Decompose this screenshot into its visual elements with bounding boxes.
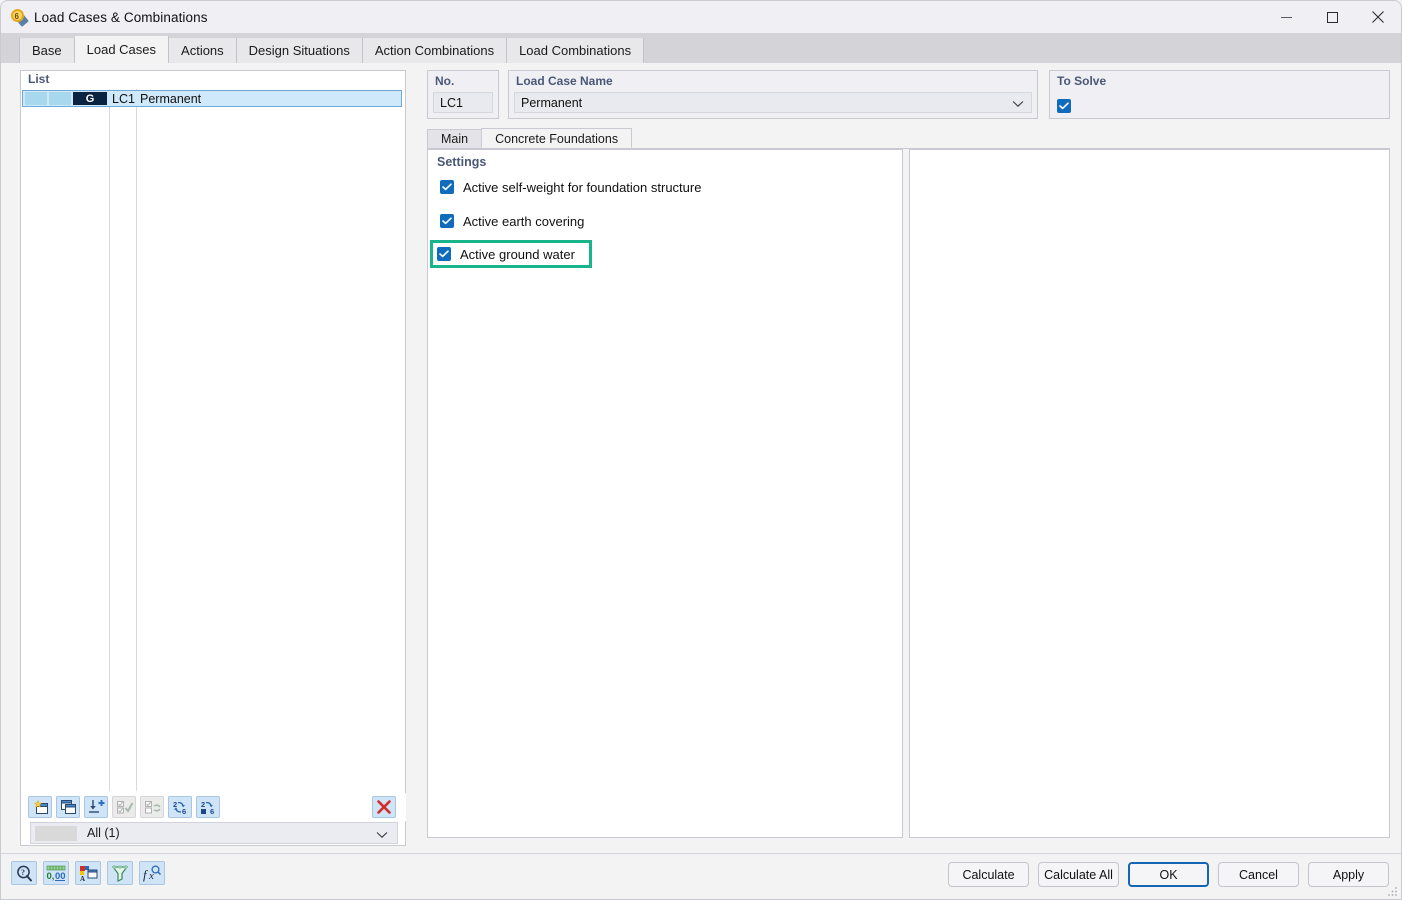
- preview-pane: [909, 149, 1390, 838]
- new-load-case-button[interactable]: [28, 796, 52, 818]
- no-label: No.: [435, 74, 455, 88]
- load-case-name-combobox[interactable]: Permanent: [514, 92, 1032, 113]
- column-divider: [109, 89, 110, 791]
- apply-button[interactable]: Apply: [1308, 862, 1389, 887]
- checkbox-checked-icon: [1057, 99, 1071, 113]
- details-tab-bar: Main Concrete Foundations: [427, 128, 1390, 149]
- option-active-self-weight[interactable]: Active self-weight for foundation struct…: [440, 176, 701, 198]
- tab-concrete-foundations[interactable]: Concrete Foundations: [481, 128, 633, 148]
- invert-selection-button: [140, 796, 164, 818]
- chevron-down-icon: [376, 827, 388, 842]
- load-case-grid[interactable]: G LC1 Permanent: [21, 89, 405, 791]
- list-header-label: List: [21, 71, 405, 88]
- tab-load-cases[interactable]: Load Cases: [74, 36, 170, 63]
- load-case-name-group: Load Case Name Permanent: [508, 70, 1038, 119]
- no-field-group: No. LC1: [427, 70, 499, 119]
- window-controls: [1263, 1, 1401, 33]
- checkbox-checked-icon: [440, 180, 454, 194]
- svg-text:6: 6: [182, 807, 186, 815]
- svg-text:A: A: [80, 875, 85, 882]
- display-properties-icon[interactable]: A: [75, 861, 101, 885]
- maximize-button[interactable]: [1309, 1, 1355, 33]
- tab-main[interactable]: Main: [427, 129, 483, 148]
- minimize-button[interactable]: [1263, 1, 1309, 33]
- close-button[interactable]: [1355, 1, 1401, 33]
- svg-text:2: 2: [201, 800, 205, 809]
- renumber-button[interactable]: 2 6: [168, 796, 192, 818]
- tab-action-combinations[interactable]: Action Combinations: [362, 38, 508, 63]
- filter-icon[interactable]: [107, 861, 133, 885]
- row-action-tag: G: [73, 92, 107, 105]
- title-bar: 6 Load Cases & Combinations: [1, 1, 1401, 33]
- to-solve-group: To Solve: [1049, 70, 1390, 119]
- to-solve-label: To Solve: [1057, 74, 1107, 88]
- load-case-details: No. LC1 Load Case Name Permanent To Solv…: [420, 63, 1390, 853]
- settings-pane: Settings Active self-weight for foundati…: [427, 149, 903, 838]
- status-bar: ? 0, 00 A f x Calculate Calculate All OK…: [1, 853, 1401, 899]
- row-name: Permanent: [140, 91, 202, 106]
- copy-load-case-button[interactable]: [56, 796, 80, 818]
- filter-label: All (1): [87, 826, 120, 840]
- row-color-swatch: [49, 92, 71, 105]
- option-label: Active ground water: [460, 246, 575, 262]
- svg-text:?: ?: [21, 868, 25, 877]
- tab-design-situations[interactable]: Design Situations: [236, 38, 363, 63]
- svg-text:6: 6: [210, 807, 214, 815]
- tab-base[interactable]: Base: [19, 38, 75, 63]
- calculate-all-button[interactable]: Calculate All: [1038, 862, 1119, 887]
- dialog-body: List G LC1 Permanent 2 6 2 6 All (1) No.…: [1, 63, 1401, 853]
- option-active-earth-covering[interactable]: Active earth covering: [440, 210, 584, 232]
- load-case-icon: 6: [9, 8, 29, 27]
- cancel-button[interactable]: Cancel: [1218, 862, 1299, 887]
- resize-grip[interactable]: [1387, 885, 1398, 896]
- row-number: LC1: [112, 91, 135, 106]
- load-case-name-label: Load Case Name: [516, 74, 613, 88]
- checkbox-checked-icon: [437, 247, 451, 261]
- filter-color-swatch: [35, 825, 77, 841]
- to-solve-checkbox[interactable]: [1057, 99, 1071, 113]
- dialog-button-group: Calculate Calculate All OK Cancel Apply: [948, 862, 1389, 887]
- no-input[interactable]: LC1: [433, 92, 493, 113]
- tab-actions[interactable]: Actions: [169, 38, 237, 63]
- status-icon-group: ? 0, 00 A f x: [11, 861, 165, 885]
- main-tab-bar: Base Load Cases Actions Design Situation…: [1, 33, 1401, 63]
- import-load-case-button[interactable]: [84, 796, 108, 818]
- load-case-name-value: Permanent: [521, 95, 583, 110]
- svg-text:0,: 0,: [47, 871, 55, 882]
- option-active-ground-water[interactable]: Active ground water: [430, 240, 592, 268]
- list-filter-dropdown[interactable]: All (1): [30, 822, 398, 844]
- tab-load-combinations[interactable]: Load Combinations: [507, 38, 645, 63]
- window-title: Load Cases & Combinations: [34, 9, 208, 25]
- table-row[interactable]: G LC1 Permanent: [22, 90, 402, 107]
- select-all-button: [112, 796, 136, 818]
- decimal-places-icon[interactable]: 0, 00: [43, 861, 69, 885]
- checkbox-checked-icon: [440, 214, 454, 228]
- load-case-list-panel: List G LC1 Permanent 2 6 2 6 All (1): [20, 70, 406, 846]
- column-divider: [136, 89, 137, 791]
- chevron-down-icon: [1012, 97, 1024, 111]
- row-color-swatch: [25, 92, 47, 105]
- list-toolbar: 2 6 2 6: [22, 793, 406, 821]
- formula-icon[interactable]: f x: [139, 861, 165, 885]
- renumber-single-button[interactable]: 2 6: [196, 796, 220, 818]
- option-label: Active earth covering: [463, 213, 585, 229]
- help-search-icon[interactable]: ?: [11, 861, 37, 885]
- option-label: Active self-weight for foundation struct…: [463, 179, 702, 195]
- load-cases-dialog: 6 Load Cases & Combinations Base Load Ca…: [0, 0, 1402, 900]
- calculate-button[interactable]: Calculate: [948, 862, 1029, 887]
- svg-text:2: 2: [173, 800, 177, 809]
- delete-load-case-button[interactable]: [372, 796, 396, 818]
- settings-title: Settings: [437, 155, 487, 169]
- ok-button[interactable]: OK: [1128, 862, 1209, 887]
